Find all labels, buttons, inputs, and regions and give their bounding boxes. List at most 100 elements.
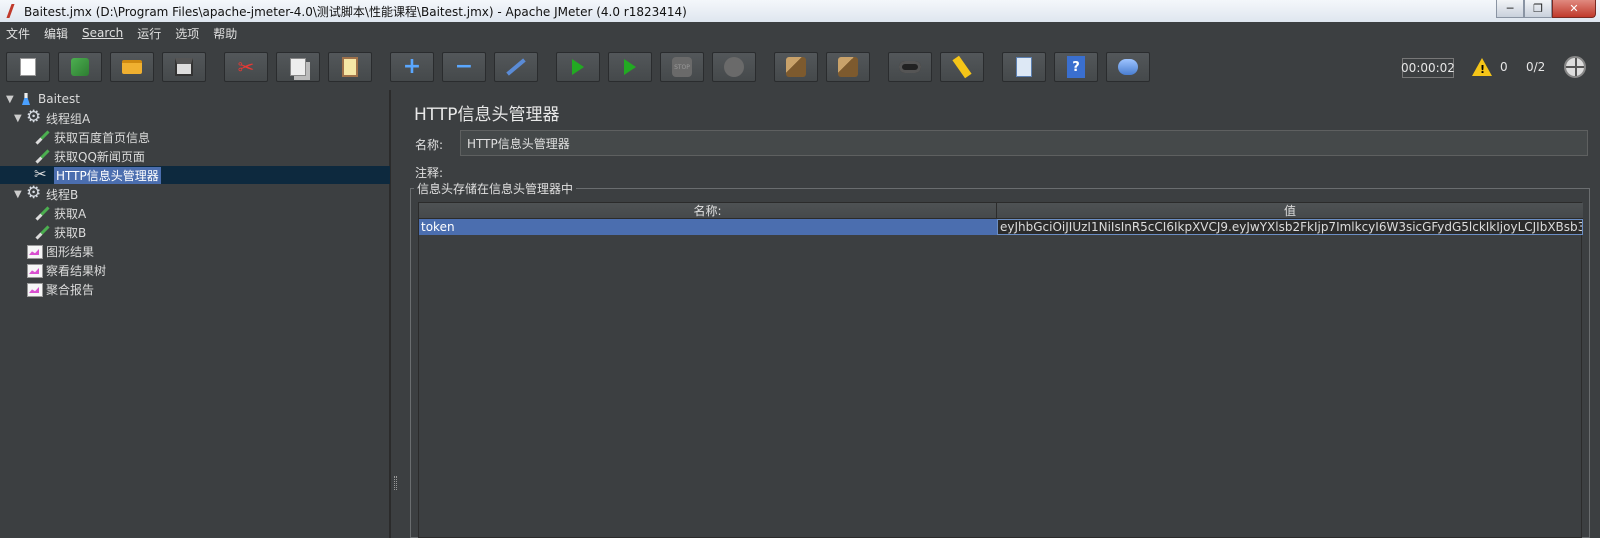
tree-node-label: 图形结果: [46, 244, 95, 259]
expand-all-button[interactable]: +: [390, 52, 434, 82]
elapsed-timer: 00:00:02: [1401, 58, 1455, 78]
tree-node-sampler-b[interactable]: 获取B: [34, 223, 86, 241]
collapse-all-button[interactable]: −: [442, 52, 486, 82]
title-bar: Baitest.jmx (D:\Program Files\apache-jme…: [0, 0, 1600, 22]
splitter-grip-icon[interactable]: [394, 476, 397, 490]
comment-label: 注释:: [415, 166, 444, 180]
tree-node-label: Baitest: [38, 92, 80, 106]
expand-arrow-icon[interactable]: ▼: [6, 94, 16, 105]
test-plan-tree: ▼ Baitest ▼ 线程组A 获取百度首页信息 获取QQ新闻页面 HTTP信…: [0, 90, 390, 538]
help-icon: ?: [1067, 56, 1085, 78]
listener-icon: [26, 281, 43, 297]
shutdown-button[interactable]: [712, 52, 756, 82]
shutdown-icon: [724, 57, 744, 77]
cut-button[interactable]: ✂: [224, 52, 268, 82]
tree-node-label: 获取B: [54, 225, 87, 240]
remote-icon: [1118, 59, 1138, 75]
config-element-icon: [34, 165, 50, 183]
page-title: HTTP信息头管理器: [414, 105, 560, 125]
collapse-icon: −: [454, 54, 474, 79]
start-button[interactable]: [556, 52, 600, 82]
help-button[interactable]: ?: [1054, 52, 1098, 82]
name-input[interactable]: HTTP信息头管理器: [460, 130, 1588, 156]
http-sampler-icon: [34, 205, 50, 221]
start-no-pause-button[interactable]: [608, 52, 652, 82]
listener-icon: [26, 243, 43, 259]
close-button[interactable]: ✕: [1552, 0, 1596, 18]
tree-node-label: 线程B: [46, 187, 79, 202]
clear-button[interactable]: [774, 52, 818, 82]
menu-options[interactable]: 选项: [175, 25, 199, 42]
save-button[interactable]: [162, 52, 206, 82]
menu-edit[interactable]: 编辑: [44, 25, 68, 42]
tree-node-label: HTTP信息头管理器: [54, 166, 161, 184]
header-name-cell[interactable]: token: [419, 219, 997, 235]
tree-node-label: 聚合报告: [46, 282, 95, 297]
function-helper-icon: [1016, 57, 1032, 77]
stop-icon: STOP: [672, 57, 692, 77]
thread-group-icon: [26, 107, 42, 127]
open-button[interactable]: [110, 52, 154, 82]
expand-arrow-icon[interactable]: ▼: [14, 113, 24, 124]
header-value-cell-editor[interactable]: eyJhbGciOiJIUzI1NiIsInR5cCI6IkpXVCJ9.eyJ…: [997, 219, 1583, 235]
column-header-name[interactable]: 名称:: [419, 203, 997, 219]
active-threads-count: 0/2: [1526, 60, 1546, 74]
tree-node-label: 获取百度首页信息: [54, 130, 151, 145]
remote-button[interactable]: [1106, 52, 1150, 82]
reset-search-button[interactable]: [940, 52, 984, 82]
copy-icon: [290, 58, 306, 76]
save-icon: [175, 58, 193, 76]
stop-button[interactable]: STOP: [660, 52, 704, 82]
minimize-button[interactable]: ─: [1496, 0, 1524, 18]
name-label: 名称:: [415, 138, 444, 152]
column-header-value[interactable]: 值: [997, 203, 1583, 219]
listener-icon: [26, 262, 43, 278]
clear-all-button[interactable]: [826, 52, 870, 82]
tree-node-label: 获取A: [54, 206, 87, 221]
tree-node-sampler-a[interactable]: 获取A: [34, 204, 86, 222]
new-icon: [20, 58, 36, 76]
menu-file[interactable]: 文件: [6, 25, 30, 42]
table-header: 名称: 值: [419, 203, 1583, 219]
function-helper-button[interactable]: [1002, 52, 1046, 82]
window-title: Baitest.jmx (D:\Program Files\apache-jme…: [24, 4, 687, 19]
thread-group-icon: [26, 183, 42, 203]
table-row[interactable]: token eyJhbGciOiJIUzI1NiIsInR5cCI6IkpXVC…: [419, 219, 1583, 235]
panel-splitter[interactable]: [390, 90, 398, 538]
tree-node-header-manager[interactable]: HTTP信息头管理器: [34, 165, 161, 184]
menu-help[interactable]: 帮助: [213, 25, 237, 42]
clear-all-icon: [838, 57, 858, 77]
toggle-button[interactable]: [494, 52, 538, 82]
menu-search[interactable]: Search: [82, 26, 123, 40]
tree-node-aggregate-report[interactable]: 聚合报告: [26, 280, 94, 298]
remote-status-icon: [1564, 56, 1586, 78]
http-sampler-icon: [34, 224, 50, 240]
expand-arrow-icon[interactable]: ▼: [14, 189, 24, 200]
headers-table[interactable]: 名称: 值 token eyJhbGciOiJIUzI1NiIsInR5cCI6…: [418, 202, 1583, 538]
tree-node-results-tree[interactable]: 察看结果树: [26, 261, 106, 279]
warning-count: 0: [1500, 60, 1508, 74]
copy-button[interactable]: [276, 52, 320, 82]
search-icon: [899, 61, 921, 73]
menu-bar: 文件 编辑 Search 运行 选项 帮助: [0, 22, 1600, 44]
menu-run[interactable]: 运行: [137, 25, 161, 42]
warning-icon[interactable]: !: [1472, 58, 1492, 76]
restore-button[interactable]: ❐: [1524, 0, 1552, 18]
http-sampler-icon: [34, 129, 50, 145]
tree-node-sampler-baidu[interactable]: 获取百度首页信息: [34, 128, 150, 146]
tree-node-thread-group-b[interactable]: ▼ 线程B: [14, 183, 79, 203]
tree-node-label: 线程组A: [46, 111, 91, 126]
templates-icon: [71, 58, 89, 76]
new-button[interactable]: [6, 52, 50, 82]
templates-button[interactable]: [58, 52, 102, 82]
search-button[interactable]: [888, 52, 932, 82]
cut-icon: ✂: [237, 55, 255, 79]
tree-node-test-plan[interactable]: ▼ Baitest: [6, 90, 80, 108]
reset-search-icon: [952, 55, 972, 79]
tree-node-graph-results[interactable]: 图形结果: [26, 242, 94, 260]
tree-node-sampler-qq[interactable]: 获取QQ新闻页面: [34, 147, 145, 165]
tree-node-thread-group-a[interactable]: ▼ 线程组A: [14, 107, 91, 127]
toolbar: ✂ + − STOP ?: [0, 46, 1600, 86]
tree-node-label: 察看结果树: [46, 263, 107, 278]
paste-button[interactable]: [328, 52, 372, 82]
